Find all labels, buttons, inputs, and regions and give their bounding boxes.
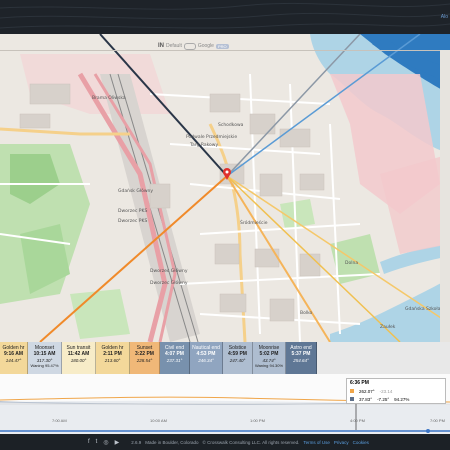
hour-tick-label: 1:00 PM [250, 418, 265, 423]
timeline-event-azimuth: 246.34° [198, 357, 214, 363]
facebook-icon[interactable]: f [88, 439, 90, 446]
cookies-link[interactable]: Cookies [353, 440, 369, 445]
map-label-district: Brama Oliwska [92, 95, 126, 101]
readout-sun-row: 262.07° -23.14 [347, 387, 445, 395]
footer-text: 2.6.9 Made in Boulder, Colorado © Crossw… [131, 440, 369, 445]
map-label-quarter: Śródmieście [240, 219, 268, 226]
timeline-event[interactable]: Nautical end 4:53 PM 246.34° [190, 342, 223, 374]
top-bar: Alo [0, 0, 450, 34]
timeline-event-azimuth: 144.47° [5, 357, 22, 363]
hour-tick-label: 7:00 PM [430, 418, 445, 423]
timeline-event[interactable]: Sunset 3:22 PM 228.54° [130, 342, 160, 374]
sun-swatch-icon [350, 389, 354, 393]
copyright: © Crosswalk Consulting LLC. All rights r… [202, 439, 300, 445]
map-label-station4: Dworzec Główny [150, 267, 188, 274]
time-slider-handle [426, 429, 430, 433]
tile-label-right[interactable]: Google [198, 43, 214, 49]
map-label-street1: Podwale Przedmiejskie [186, 134, 237, 140]
map[interactable]: Brama Oliwska Gdańsk Główny Dworzec PKS … [0, 34, 450, 342]
hour-ticks: 7:00 AM 10:00 AM 1:00 PM 4:00 PM 7:00 PM [0, 418, 450, 426]
made-in: Made in Boulder, Colorado [145, 439, 199, 445]
map-label-area2: Zaułek [380, 324, 396, 330]
timeline-event-azimuth: 254.64° [293, 357, 309, 363]
terms-link[interactable]: Terms of Use [303, 440, 330, 445]
time-readout: 6:36 PM 262.07° -23.14 37.83° -7.25° 94.… [346, 378, 446, 404]
timeline-event-azimuth: 228.54° [136, 357, 153, 363]
tile-label-left[interactable]: Default [166, 43, 182, 49]
readout-moon-azimuth: 37.83° [359, 396, 373, 402]
tile-toggle[interactable]: IN Default Google PRO [158, 40, 229, 52]
map-label-area4: Dolna [345, 260, 358, 266]
timeline-event[interactable]: Sun transit 11:42 AM 180.00° [62, 342, 96, 374]
event-timeline: Golden hr 9:16 AM 144.47° Moonset 10:15 AM 31… [0, 342, 450, 374]
timeline-remainder [317, 342, 450, 374]
privacy-link[interactable]: Privacy [334, 440, 349, 445]
timeline-event[interactable]: Civil end 4:07 PM 237.31° [160, 342, 190, 374]
top-hint[interactable]: Alo [441, 14, 448, 20]
timeline-event-note: Waning 94.30% [254, 363, 284, 369]
readout-sun-azimuth: 262.07° [359, 388, 375, 394]
map-label-station3: Dworzec PKS [118, 218, 147, 224]
timeline-event[interactable]: Golden hr 2:11 PM 213.60° [96, 342, 130, 374]
hour-tick-label: 10:00 AM [150, 418, 167, 423]
tile-switch-toggle[interactable] [183, 42, 196, 50]
readout-time: 6:36 PM [350, 380, 369, 386]
version: 2.6.9 [131, 439, 142, 445]
hour-tick-label: 7:00 AM [52, 418, 67, 423]
map-label-station1: Gdańsk Główny [118, 187, 153, 194]
map-label-street2: Targ Rakowy [189, 142, 218, 148]
timeline-event-note: Waning 95.47% [30, 363, 59, 369]
moon-swatch-icon [350, 397, 354, 401]
readout-moon-row: 37.83° -7.25° 94.27% [347, 395, 445, 403]
timeline-event-azimuth: 237.31° [166, 357, 183, 363]
map-label-area1: Bolko [300, 310, 313, 316]
twitter-icon[interactable]: t [96, 439, 98, 446]
map-canvas[interactable]: Brama Oliwska Gdańsk Główny Dworzec PKS … [0, 34, 450, 342]
layers-icon: IN [158, 43, 164, 49]
map-label-poi1: Schodkowa [218, 122, 244, 128]
topographic-background [0, 2, 450, 29]
instagram-icon[interactable]: ◎ [103, 439, 108, 446]
map-label-station2: Dworzec PKS [118, 208, 147, 214]
social-icons: f t ◎ ▶ [88, 439, 119, 446]
footer: f t ◎ ▶ 2.6.9 Made in Boulder, Colorado … [0, 434, 450, 450]
readout-sun-altitude: -23.14 [379, 388, 393, 394]
timeline-event[interactable]: Solstice 4:59 PM 247.40° [223, 342, 253, 374]
timeline-event[interactable]: Golden hr 9:16 AM 144.47° [0, 342, 28, 374]
timeline-event-azimuth: 180.00° [70, 357, 87, 363]
map-label-area3: Gdańska Szkoła [405, 305, 441, 312]
timeline-event-azimuth: 247.40° [229, 357, 246, 363]
readout-moon-altitude: -7.25° [377, 396, 390, 402]
timeline-event[interactable]: Moonset 10:15 AM 317.30° Waning 95.47% [28, 342, 62, 374]
readout-moon-illum: 94.27% [394, 396, 410, 402]
timeline-event[interactable]: Astro end 5:37 PM 254.64° [286, 342, 317, 374]
timeline-event-azimuth: 213.60° [104, 357, 121, 363]
youtube-icon[interactable]: ▶ [115, 439, 120, 446]
pro-badge: PRO [215, 43, 229, 49]
map-label-station5: Dworzec Główny [150, 279, 188, 286]
hour-tick-label: 4:00 PM [350, 418, 365, 423]
timeline-event[interactable]: Moonrise 5:02 PM 43.74° Waning 94.30% [253, 342, 286, 374]
timeline-event-time: 9:16 AM [4, 351, 23, 358]
tile-switch: IN Default Google PRO [0, 40, 450, 52]
